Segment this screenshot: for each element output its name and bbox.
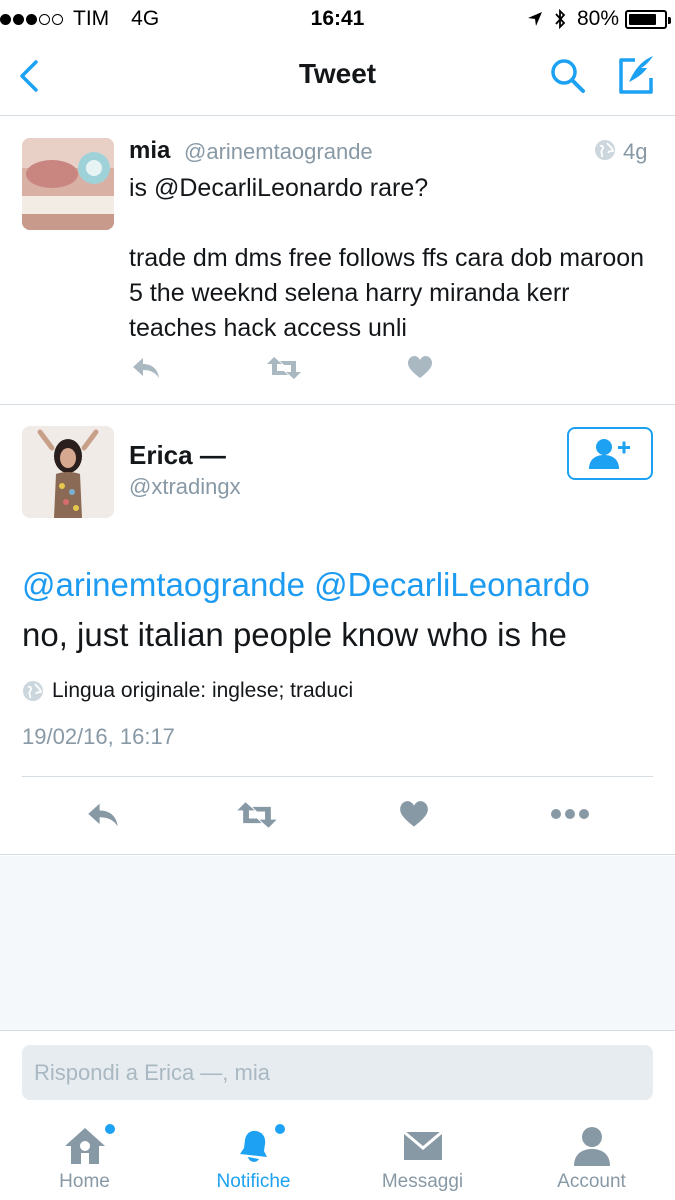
divider <box>22 776 653 777</box>
envelope-icon <box>402 1130 443 1160</box>
status-right: 80% <box>527 7 671 31</box>
tweet-text: no, just italian people know who is he <box>22 616 567 653</box>
tab-label: Notifiche <box>216 1171 291 1192</box>
search-icon[interactable] <box>548 56 588 96</box>
notification-dot <box>275 1124 285 1134</box>
translate-text: Lingua originale: inglese; traduci <box>52 679 354 702</box>
tab-label: Account <box>557 1171 626 1192</box>
tab-account[interactable]: Account <box>507 1114 675 1200</box>
author-handle[interactable]: @arinemtaogrande <box>184 139 373 165</box>
translate-link[interactable]: Lingua originale: inglese; traduci <box>22 679 353 703</box>
retweet-icon[interactable] <box>266 355 302 381</box>
tab-messages[interactable]: Messaggi <box>338 1114 507 1200</box>
tab-label: Messaggi <box>381 1171 464 1192</box>
empty-area <box>0 856 675 1030</box>
tab-label: Home <box>59 1171 110 1192</box>
battery-icon <box>625 9 671 29</box>
battery-percent: 80% <box>576 7 619 30</box>
bluetooth-icon <box>555 8 566 30</box>
avatar[interactable] <box>22 138 114 230</box>
reply-input[interactable] <box>22 1045 653 1100</box>
more-icon[interactable] <box>550 808 590 820</box>
bell-icon <box>239 1130 267 1162</box>
tweet-body: @arinemtaogrande @DecarliLeonardo no, ju… <box>22 560 662 660</box>
nav-bar: Tweet <box>0 38 675 116</box>
retweet-icon[interactable] <box>236 800 278 830</box>
reply-bar <box>0 1030 675 1114</box>
reply-icon[interactable] <box>86 800 120 830</box>
globe-icon <box>595 140 615 160</box>
reply-icon[interactable] <box>131 355 161 381</box>
mention-link[interactable]: @arinemtaogrande <box>22 566 305 603</box>
notification-dot <box>105 1124 115 1134</box>
mention-link[interactable]: @DecarliLeonardo <box>314 566 590 603</box>
tweet-actions <box>0 778 675 855</box>
add-user-icon <box>589 438 630 469</box>
tweet-actions <box>129 355 529 385</box>
person-icon <box>573 1127 610 1166</box>
author-name[interactable]: Erica — <box>129 440 226 471</box>
avatar[interactable] <box>22 426 114 518</box>
author-name[interactable]: mia <box>129 137 170 165</box>
tweet-time: 4g <box>623 139 648 164</box>
author-handle[interactable]: @xtradingx <box>129 474 241 500</box>
heart-icon[interactable] <box>399 800 429 830</box>
tab-bar: Home Notifiche Messaggi Account <box>0 1114 675 1200</box>
tweet-date: 19/02/16, 16:17 <box>22 724 175 749</box>
battery-level <box>629 13 657 25</box>
home-icon <box>64 1128 105 1164</box>
parent-tweet[interactable]: mia @arinemtaogrande 4g is @DecarliLeona… <box>0 117 675 405</box>
tweet-text: is @DecarliLeonardo rare? trade dm dms f… <box>129 174 645 342</box>
location-arrow-icon <box>527 12 542 26</box>
compose-icon[interactable] <box>613 52 659 98</box>
tab-notifications[interactable]: Notifiche <box>169 1114 338 1200</box>
tab-home[interactable]: Home <box>0 1114 169 1200</box>
follow-button[interactable] <box>567 427 653 480</box>
status-bar: TIM 4G 16:41 80% <box>0 0 675 38</box>
globe-icon <box>23 681 43 701</box>
heart-icon[interactable] <box>407 355 433 381</box>
